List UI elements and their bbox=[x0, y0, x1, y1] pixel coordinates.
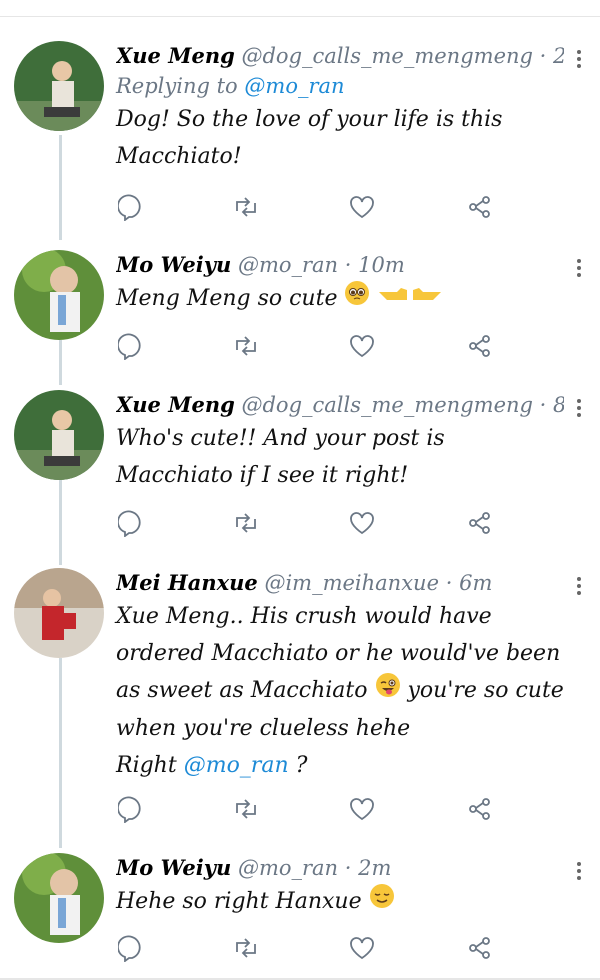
avatar[interactable] bbox=[14, 41, 104, 131]
tweet-header: Mo Weiyu @mo_ran · 10m bbox=[116, 250, 564, 280]
tweet-text: Meng Meng so cute bbox=[116, 280, 564, 318]
text-line: when you're clueless hehe bbox=[116, 716, 411, 741]
winking-tongue-emoji bbox=[375, 672, 401, 710]
text-line: Who's cute!! And your post is bbox=[116, 426, 445, 451]
tweet-actions bbox=[116, 509, 496, 539]
timestamp[interactable]: 2m bbox=[358, 856, 391, 880]
timestamp[interactable]: 20m bbox=[553, 44, 564, 68]
share-icon[interactable] bbox=[466, 332, 496, 362]
reply-icon[interactable] bbox=[117, 193, 148, 223]
retweet-icon[interactable] bbox=[232, 795, 262, 825]
text-span: ? bbox=[295, 753, 308, 778]
tweet-text: Who's cute!! And your post is Macchiato … bbox=[116, 420, 564, 494]
relieved-face-emoji bbox=[369, 883, 395, 921]
more-icon[interactable] bbox=[576, 859, 582, 883]
tweet-actions bbox=[116, 332, 496, 362]
tweet-header: Xue Meng @dog_calls_me_mengmeng · 8m bbox=[116, 390, 564, 420]
text-line: Meng Meng so cute bbox=[116, 286, 338, 311]
mention-link[interactable]: @mo_ran bbox=[184, 753, 289, 778]
text-line: Macchiato! bbox=[116, 144, 242, 169]
thread-line bbox=[59, 480, 62, 565]
username[interactable]: @dog_calls_me_mengmeng bbox=[241, 393, 532, 417]
like-icon[interactable] bbox=[348, 193, 378, 223]
thread-line bbox=[59, 340, 62, 385]
reply-icon[interactable] bbox=[117, 509, 148, 539]
tweet-header: Mo Weiyu @mo_ran · 2m bbox=[116, 853, 564, 883]
pointing-hands-emoji bbox=[377, 281, 443, 318]
tweet-text: Xue Meng.. His crush would have ordered … bbox=[116, 598, 564, 784]
tweet-actions bbox=[116, 193, 496, 223]
username[interactable]: @mo_ran bbox=[238, 856, 338, 880]
more-icon[interactable] bbox=[576, 396, 582, 420]
share-icon[interactable] bbox=[466, 509, 496, 539]
separator-dot: · bbox=[445, 571, 453, 595]
text-line: ordered Macchiato or he would've been bbox=[116, 641, 561, 666]
username[interactable]: @im_meihanxue bbox=[264, 571, 439, 595]
tweet-text: Hehe so right Hanxue bbox=[116, 883, 564, 921]
thread-line bbox=[59, 658, 62, 848]
text-line: Macchiato if I see it right! bbox=[116, 463, 409, 488]
text-line: as sweet as Macchiato you're so cute bbox=[116, 672, 564, 710]
tweet-text: Dog! So the love of your life is this Ma… bbox=[116, 101, 564, 175]
avatar[interactable] bbox=[14, 250, 104, 340]
replying-to: Replying to @mo_ran bbox=[116, 71, 564, 101]
display-name[interactable]: Mo Weiyu bbox=[116, 252, 231, 277]
tweet-actions bbox=[116, 934, 496, 964]
reply-icon[interactable] bbox=[117, 795, 148, 825]
separator-dot: · bbox=[344, 253, 352, 277]
retweet-icon[interactable] bbox=[232, 934, 262, 964]
retweet-icon[interactable] bbox=[232, 332, 262, 362]
replying-label: Replying to bbox=[116, 74, 238, 98]
retweet-icon[interactable] bbox=[232, 193, 262, 223]
avatar[interactable] bbox=[14, 568, 104, 658]
mention-link[interactable]: @mo_ran bbox=[244, 74, 344, 98]
tweet-header: Xue Meng @dog_calls_me_mengmeng · 20m bbox=[116, 41, 564, 71]
avatar[interactable] bbox=[14, 390, 104, 480]
like-icon[interactable] bbox=[348, 934, 378, 964]
timestamp[interactable]: 10m bbox=[358, 253, 405, 277]
more-icon[interactable] bbox=[576, 47, 582, 71]
separator-dot: · bbox=[344, 856, 352, 880]
text-span: you're so cute bbox=[407, 678, 564, 703]
text-line: Dog! So the love of your life is this bbox=[116, 107, 503, 132]
text-line: Hehe so right Hanxue bbox=[116, 889, 362, 914]
separator-dot: · bbox=[539, 44, 547, 68]
more-icon[interactable] bbox=[576, 574, 582, 598]
top-divider bbox=[0, 16, 600, 17]
reply-icon[interactable] bbox=[117, 934, 148, 964]
share-icon[interactable] bbox=[466, 193, 496, 223]
text-span: Right bbox=[116, 753, 177, 778]
display-name[interactable]: Xue Meng bbox=[116, 43, 235, 68]
avatar[interactable] bbox=[14, 853, 104, 943]
display-name[interactable]: Mei Hanxue bbox=[116, 570, 258, 595]
retweet-icon[interactable] bbox=[232, 509, 262, 539]
text-span: as sweet as Macchiato bbox=[116, 678, 368, 703]
like-icon[interactable] bbox=[348, 509, 378, 539]
username[interactable]: @dog_calls_me_mengmeng bbox=[241, 44, 532, 68]
text-line: Right @mo_ran ? bbox=[116, 747, 564, 784]
share-icon[interactable] bbox=[466, 934, 496, 964]
pleading-face-emoji bbox=[344, 280, 370, 318]
like-icon[interactable] bbox=[348, 332, 378, 362]
timestamp[interactable]: 6m bbox=[459, 571, 492, 595]
timestamp[interactable]: 8m bbox=[553, 393, 564, 417]
text-line: Xue Meng.. His crush would have bbox=[116, 604, 492, 629]
display-name[interactable]: Mo Weiyu bbox=[116, 855, 231, 880]
separator-dot: · bbox=[539, 393, 547, 417]
username[interactable]: @mo_ran bbox=[238, 253, 338, 277]
tweet-actions bbox=[116, 795, 496, 825]
more-icon[interactable] bbox=[576, 256, 582, 280]
tweet-header: Mei Hanxue @im_meihanxue · 6m bbox=[116, 568, 564, 598]
reply-icon[interactable] bbox=[117, 332, 148, 362]
share-icon[interactable] bbox=[466, 795, 496, 825]
display-name[interactable]: Xue Meng bbox=[116, 392, 235, 417]
thread-line bbox=[59, 135, 62, 240]
like-icon[interactable] bbox=[348, 795, 378, 825]
